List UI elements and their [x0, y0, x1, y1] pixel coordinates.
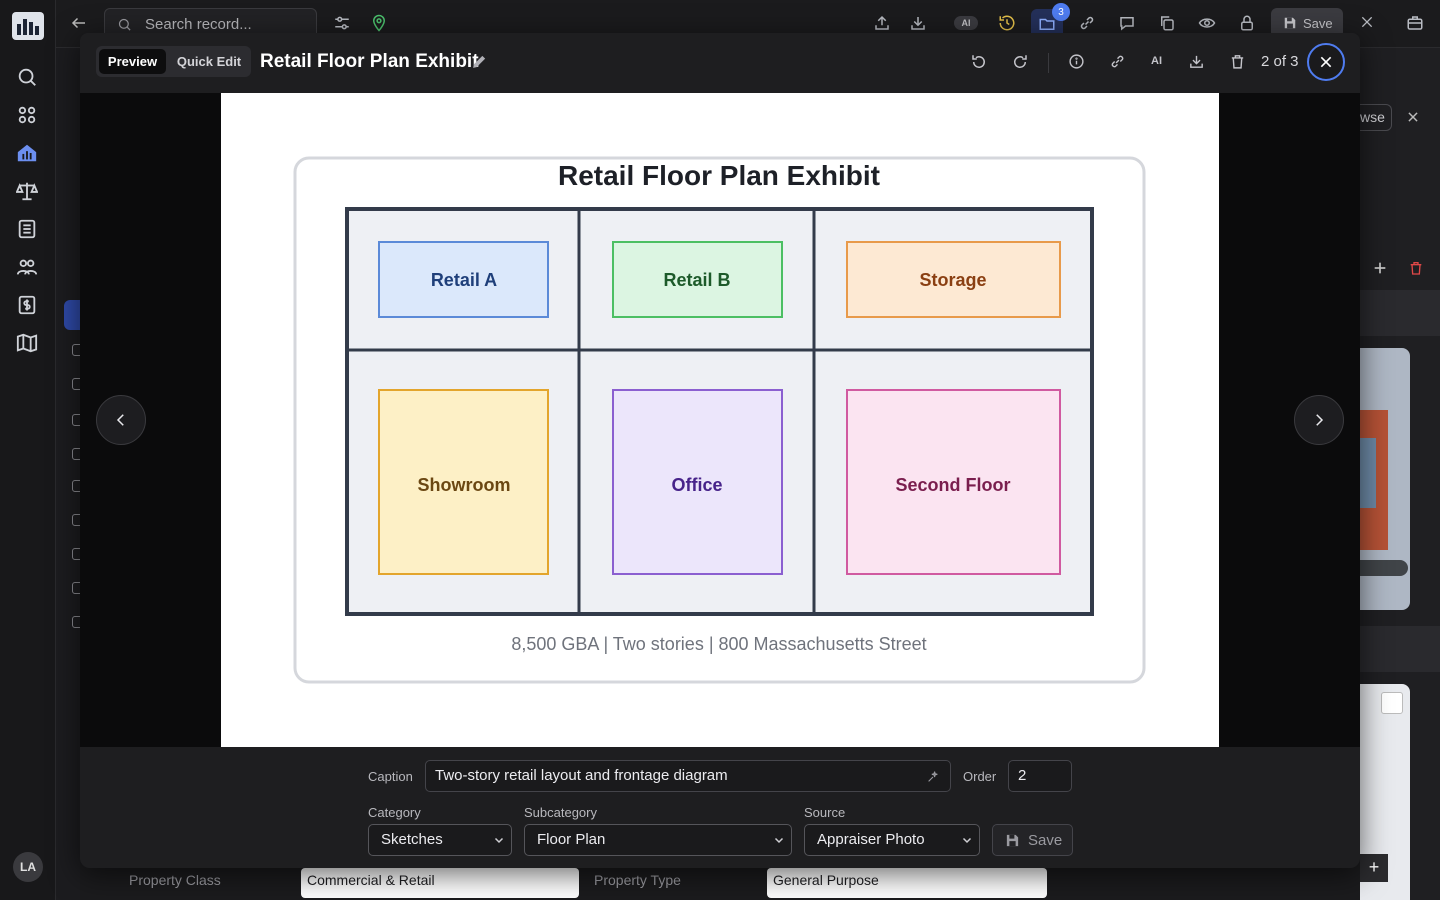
briefcase-icon[interactable] — [1406, 14, 1424, 37]
order-input[interactable]: 2 — [1008, 760, 1072, 792]
grid-icon[interactable] — [16, 104, 40, 128]
property-photo-thumbnail[interactable] — [1360, 348, 1410, 610]
category-select[interactable]: Sketches — [368, 824, 512, 856]
ai-sparkle-icon[interactable] — [927, 770, 940, 783]
exhibit-image: Retail Floor Plan Exhibit Retail A Retai… — [221, 93, 1219, 747]
subcategory-value: Floor Plan — [537, 831, 606, 848]
browse-button[interactable]: wse — [1360, 104, 1392, 131]
room-office-label: Office — [671, 475, 722, 495]
scale-icon[interactable] — [15, 180, 40, 204]
delete-icon[interactable] — [1408, 260, 1424, 281]
image-stage: Retail Floor Plan Exhibit Retail A Retai… — [80, 93, 1360, 747]
user-avatar[interactable]: LA — [13, 852, 43, 882]
trash-icon[interactable] — [1229, 53, 1246, 75]
property-class-select[interactable]: Commercial & Retail — [301, 868, 579, 898]
chevron-down-icon — [494, 837, 504, 844]
search-icon[interactable] — [16, 66, 40, 90]
save-icon — [1284, 17, 1296, 29]
window-shape — [1360, 438, 1376, 508]
caption-label: Caption — [368, 769, 413, 784]
chevron-down-icon — [774, 837, 784, 844]
ai-button[interactable]: AI — [954, 16, 978, 30]
next-image-button[interactable] — [1294, 395, 1344, 445]
edit-title-pencil-icon[interactable] — [471, 53, 488, 75]
users-icon[interactable] — [16, 256, 40, 280]
room-showroom-label: Showroom — [418, 475, 511, 495]
property-type-select[interactable]: General Purpose — [767, 868, 1047, 898]
subcategory-select[interactable]: Floor Plan — [524, 824, 792, 856]
rotate-left-icon[interactable] — [970, 53, 988, 76]
category-label: Category — [368, 805, 421, 820]
room-retail-a-label: Retail A — [431, 270, 497, 290]
invoice-dollar-icon[interactable] — [16, 294, 40, 318]
view-mode-toggle: Preview Quick Edit — [96, 46, 251, 77]
background-sidebar — [56, 48, 84, 900]
fullscreen-icon[interactable] — [1381, 692, 1403, 714]
caption-value: Two-story retail layout and frontage dia… — [435, 767, 728, 784]
left-rail: LA — [0, 0, 56, 900]
section-header-photos[interactable] — [1360, 290, 1440, 336]
photo-caption-bar — [1360, 560, 1408, 576]
subcategory-label: Subcategory — [524, 805, 597, 820]
link-icon[interactable] — [1109, 53, 1126, 75]
previous-image-button[interactable] — [96, 395, 146, 445]
order-label: Order — [963, 769, 997, 784]
app-logo[interactable] — [12, 12, 44, 40]
exhibit-title: Retail Floor Plan Exhibit — [558, 160, 880, 191]
info-icon[interactable] — [1068, 53, 1085, 75]
chevron-left-icon — [116, 414, 124, 426]
image-metadata-form: Caption Two-story retail layout and fron… — [80, 747, 1360, 868]
download-icon[interactable] — [1188, 53, 1205, 75]
source-value: Appraiser Photo — [817, 831, 925, 848]
folder-count-badge: 3 — [1052, 3, 1070, 21]
category-value: Sketches — [381, 831, 443, 848]
source-select[interactable]: Appraiser Photo — [804, 824, 980, 856]
property-type-label: Property Type — [594, 872, 681, 888]
home-chart-icon[interactable] — [16, 142, 40, 166]
room-storage-label: Storage — [919, 270, 986, 290]
modal-title: Retail Floor Plan Exhibit — [260, 51, 479, 72]
save-metadata-label: Save — [1028, 831, 1063, 849]
caption-input[interactable]: Two-story retail layout and frontage dia… — [425, 760, 951, 792]
search-placeholder: Search record... — [145, 16, 252, 33]
save-label: Save — [1303, 15, 1333, 31]
section-header-map[interactable] — [1360, 626, 1440, 672]
chevron-right-icon — [1316, 414, 1324, 426]
image-preview-modal: Preview Quick Edit Retail Floor Plan Exh… — [80, 33, 1360, 868]
add-icon[interactable] — [1372, 260, 1388, 281]
room-second-floor-label: Second Floor — [895, 475, 1010, 495]
property-details-row: Property Class Commercial & Retail Prope… — [104, 868, 1064, 900]
background-right-panel: wse + — [1360, 48, 1440, 900]
ai-button[interactable]: AI — [1151, 55, 1162, 67]
room-retail-b-label: Retail B — [663, 270, 730, 290]
map-icon[interactable] — [16, 332, 40, 356]
document-list-icon[interactable] — [16, 218, 40, 242]
source-label: Source — [804, 805, 846, 820]
exhibit-footer: 8,500 GBA | Two stories | 800 Massachuse… — [511, 634, 926, 654]
floor-plan-diagram: Retail Floor Plan Exhibit Retail A Retai… — [293, 156, 1146, 684]
save-icon — [1006, 834, 1019, 846]
search-icon — [118, 18, 131, 31]
tab-preview[interactable]: Preview — [99, 49, 166, 74]
rotate-right-icon[interactable] — [1011, 53, 1029, 76]
image-counter: 2 of 3 — [1261, 53, 1299, 70]
property-class-label: Property Class — [129, 872, 221, 888]
header-divider — [1048, 53, 1049, 73]
tab-quick-edit[interactable]: Quick Edit — [170, 49, 248, 74]
chevron-down-icon — [962, 837, 972, 844]
save-metadata-button[interactable]: Save — [992, 824, 1073, 856]
modal-header: Preview Quick Edit Retail Floor Plan Exh… — [80, 33, 1360, 93]
close-icon — [1320, 56, 1332, 68]
map-zoom-in-button[interactable]: + — [1360, 854, 1388, 882]
close-modal-button[interactable] — [1307, 43, 1345, 81]
close-icon[interactable] — [1359, 14, 1375, 35]
close-panel-icon[interactable] — [1406, 110, 1420, 129]
